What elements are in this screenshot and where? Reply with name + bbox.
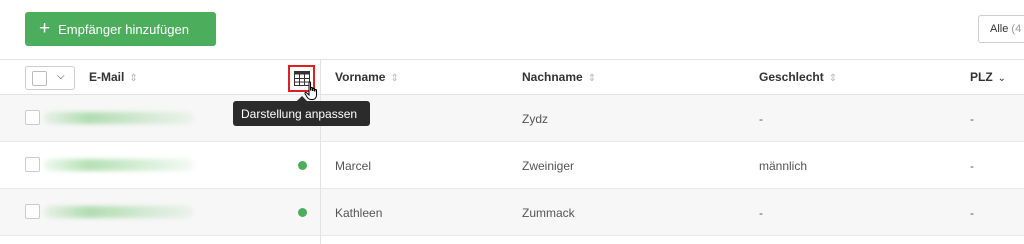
plus-icon: + (39, 17, 51, 39)
column-divider (320, 59, 321, 244)
column-header-last-name[interactable]: Nachname ⇕ (522, 70, 596, 84)
status-dot-icon (298, 208, 307, 217)
redacted-email (44, 112, 194, 124)
table-header: ⌵ E-Mail ⇕ Vorname ⇕ Nachname ⇕ Geschlecht ⇕… (0, 59, 1024, 95)
gender-cell: - (759, 112, 763, 126)
add-recipient-button[interactable]: + Empfänger hinzufügen (25, 12, 216, 46)
row-checkbox[interactable] (25, 110, 40, 125)
column-settings-tooltip: Darstellung anpassen (233, 96, 370, 126)
zip-cell: - (970, 159, 974, 173)
filter-dropdown[interactable]: Alle (4 (978, 15, 1024, 43)
chevron-down-icon: ⌵ (57, 71, 65, 82)
last-name-cell: Zydz (522, 112, 549, 126)
column-header-gender[interactable]: Geschlecht ⇕ (759, 70, 837, 84)
first-name-cell: Marcel (335, 159, 372, 173)
sort-desc-icon: ⌄ (997, 73, 1007, 84)
select-all-checkbox[interactable] (32, 71, 47, 86)
recipients-table: ⌵ E-Mail ⇕ Vorname ⇕ Nachname ⇕ Geschlecht ⇕… (0, 59, 1024, 244)
redacted-email (44, 159, 194, 171)
zip-cell: - (970, 112, 974, 126)
row-checkbox[interactable] (25, 204, 40, 219)
last-name-cell: Zummack (522, 206, 575, 220)
sort-icon: ⇕ (390, 73, 399, 84)
filter-count: (4 (1011, 23, 1022, 35)
column-header-email[interactable]: E-Mail ⇕ (89, 70, 138, 84)
last-name-cell: Zweiniger (522, 159, 575, 173)
gender-cell: - (759, 206, 763, 220)
sort-icon: ⇕ (587, 73, 597, 84)
table-row[interactable]: na Zydz - - (0, 95, 1024, 142)
zip-cell: - (970, 206, 974, 220)
hand-cursor-icon (304, 81, 317, 100)
gender-cell: männlich (759, 159, 808, 173)
select-all-dropdown[interactable]: ⌵ (25, 66, 75, 90)
add-recipient-label: Empfänger hinzufügen (58, 21, 189, 37)
toolbar: + Empfänger hinzufügen Alle (4 (0, 0, 1024, 60)
table-row[interactable]: Marcel Zweiniger männlich - (0, 142, 1024, 189)
column-header-zip[interactable]: PLZ ⌄ (970, 70, 1006, 84)
filter-label: Alle (990, 23, 1009, 35)
sort-icon: ⇕ (129, 73, 138, 84)
redacted-email (44, 206, 194, 218)
table-row[interactable]: Kathleen Zummack - - (0, 189, 1024, 236)
status-dot-icon (298, 161, 307, 170)
first-name-cell: Kathleen (335, 206, 383, 220)
sort-icon: ⇕ (828, 73, 838, 84)
column-header-first-name[interactable]: Vorname ⇕ (335, 70, 399, 84)
row-checkbox[interactable] (25, 157, 40, 172)
